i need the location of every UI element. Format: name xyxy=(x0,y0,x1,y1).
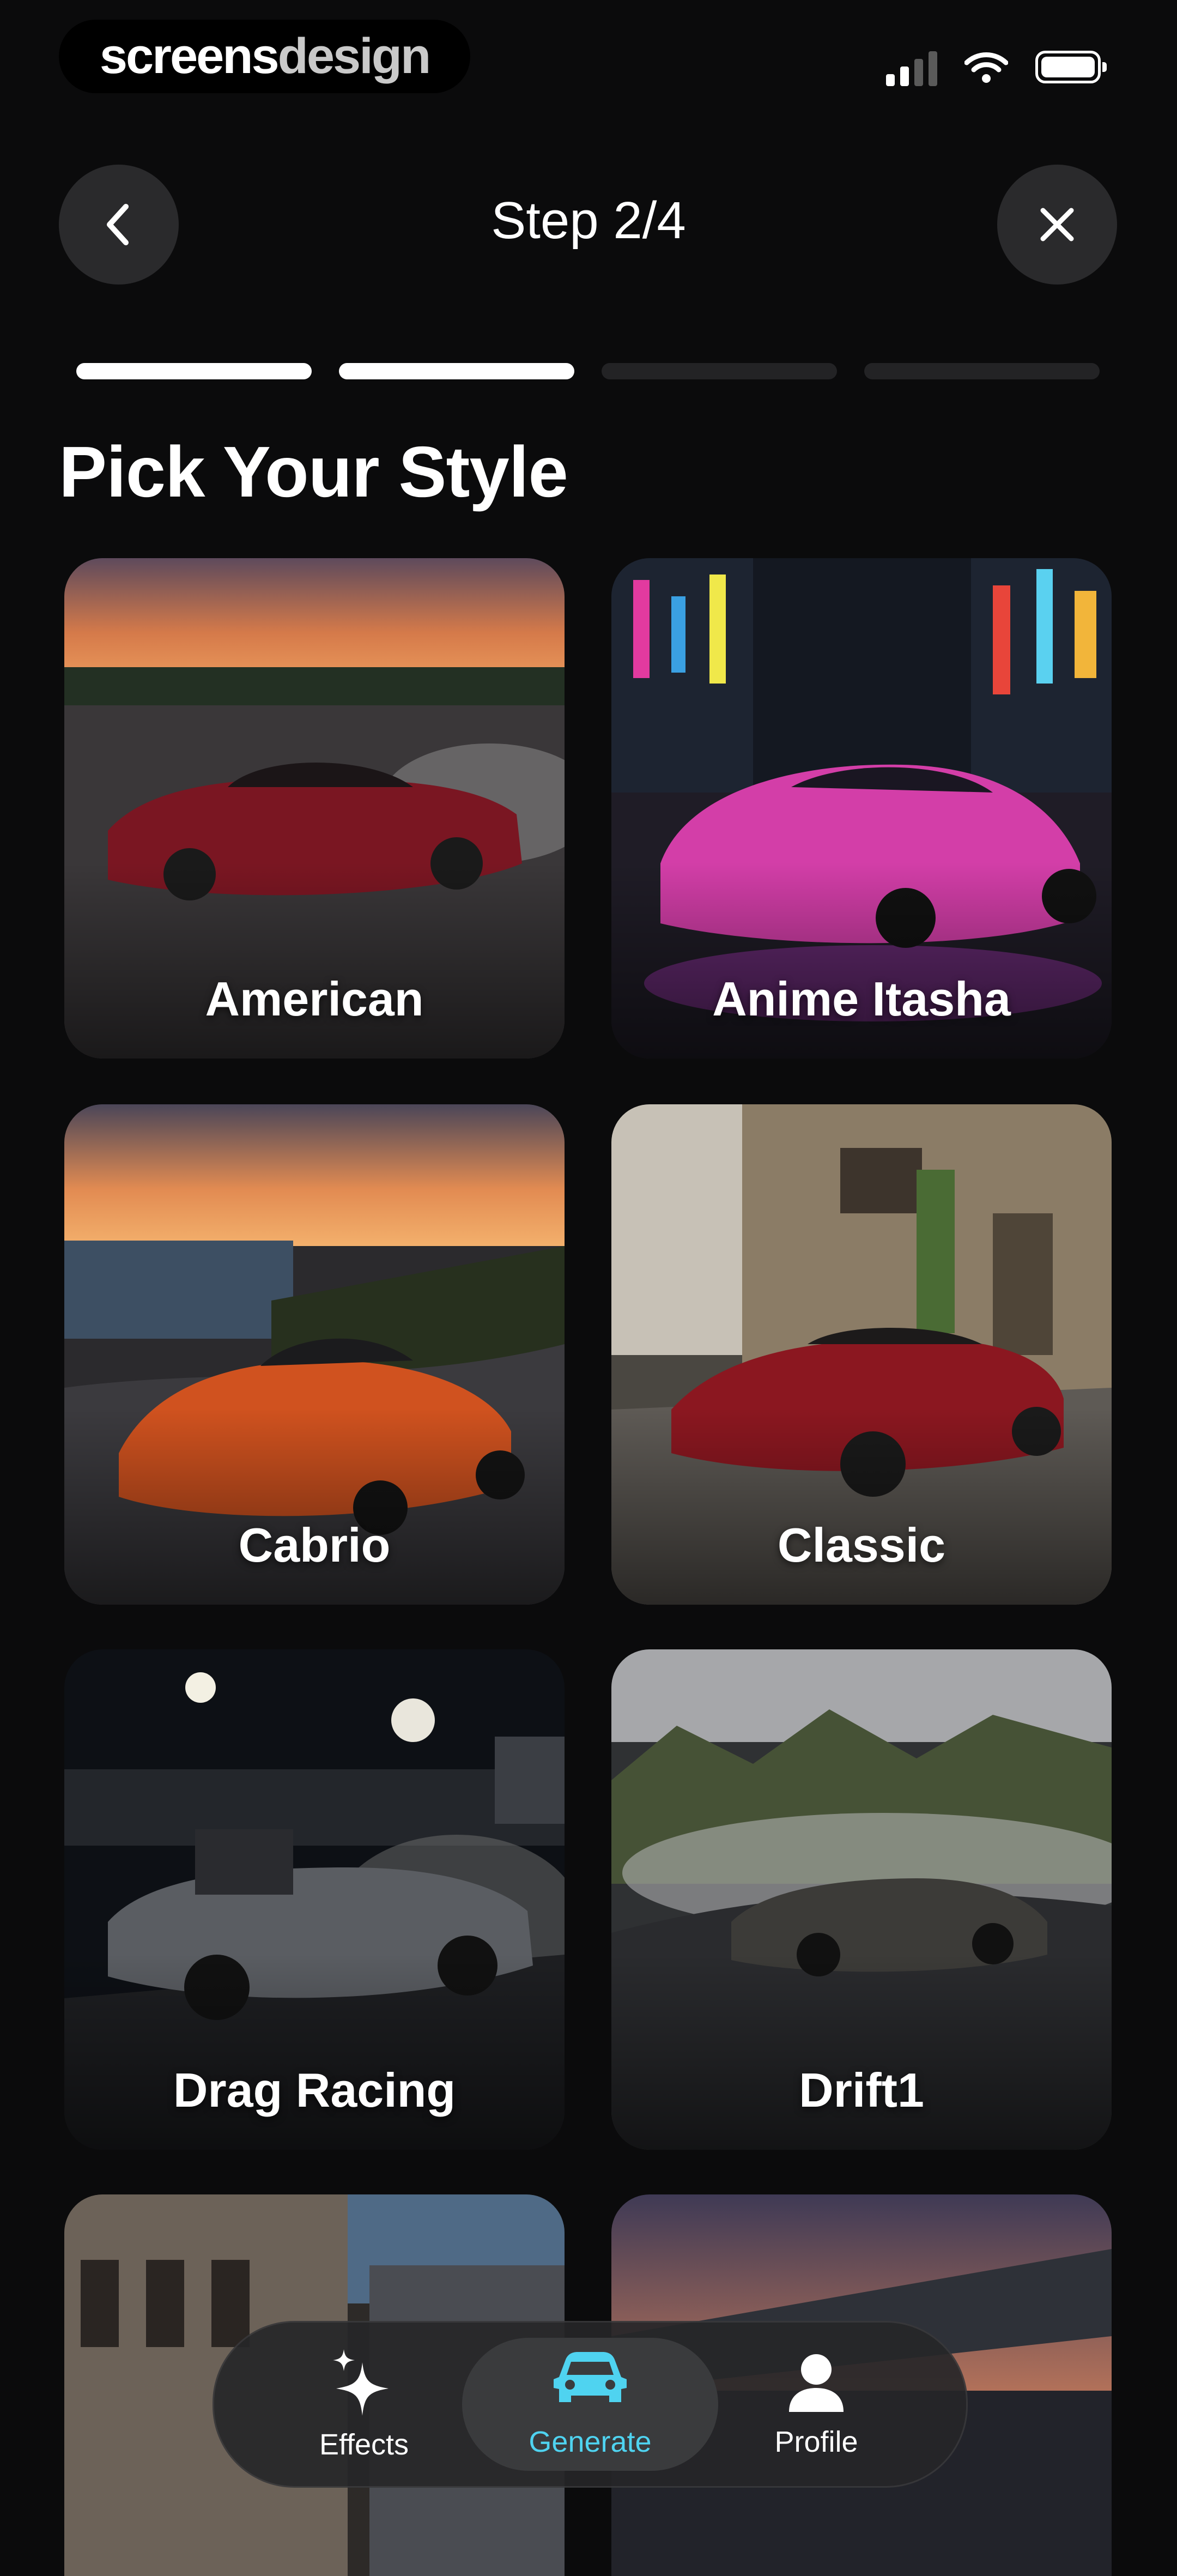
style-card-drag-racing[interactable]: Drag Racing xyxy=(64,1649,565,2150)
nav-label-profile: Profile xyxy=(774,2426,858,2458)
brand-logo-part2: design xyxy=(277,28,431,84)
close-icon xyxy=(1040,208,1074,241)
cellular-signal-icon xyxy=(886,48,937,86)
progress-segment-1 xyxy=(76,363,312,379)
progress-segment-4 xyxy=(864,363,1100,379)
brand-logo-part1: screens xyxy=(99,28,280,84)
sparkles-icon xyxy=(333,2349,389,2416)
person-icon xyxy=(789,2354,844,2412)
style-card-anime-itasha[interactable]: Anime Itasha xyxy=(611,558,1112,1059)
style-card-drift1[interactable]: Drift1 xyxy=(611,1649,1112,2150)
style-card-label: Cabrio xyxy=(238,1518,391,1572)
car-icon xyxy=(554,2352,627,2402)
style-card-label: American xyxy=(205,972,424,1026)
progress-segment-3 xyxy=(602,363,837,379)
nav-item-effects[interactable]: Effects xyxy=(236,2338,492,2471)
style-card-label: Classic xyxy=(777,1518,946,1572)
nav-label-effects: Effects xyxy=(319,2428,409,2461)
wifi-icon xyxy=(964,52,1008,83)
battery-icon xyxy=(1035,51,1107,83)
bottom-nav: Effects Generate Profile xyxy=(213,2321,968,2488)
style-card-label: Drag Racing xyxy=(173,2063,456,2117)
close-button[interactable] xyxy=(997,165,1117,285)
nav-item-profile[interactable]: Profile xyxy=(688,2338,944,2471)
status-icons xyxy=(886,48,1107,86)
brand-logo: screens design xyxy=(59,20,470,93)
section-title: Pick Your Style xyxy=(59,432,568,512)
style-card-label: Drift1 xyxy=(799,2063,924,2117)
style-card-american[interactable]: American xyxy=(64,558,565,1059)
progress-segment-2 xyxy=(339,363,574,379)
style-card-label: Anime Itasha xyxy=(712,972,1011,1026)
style-card-classic[interactable]: Classic xyxy=(611,1104,1112,1605)
nav-label-generate: Generate xyxy=(529,2426,652,2458)
style-card-cabrio[interactable]: Cabrio xyxy=(64,1104,565,1605)
nav-item-generate[interactable]: Generate xyxy=(462,2338,718,2471)
